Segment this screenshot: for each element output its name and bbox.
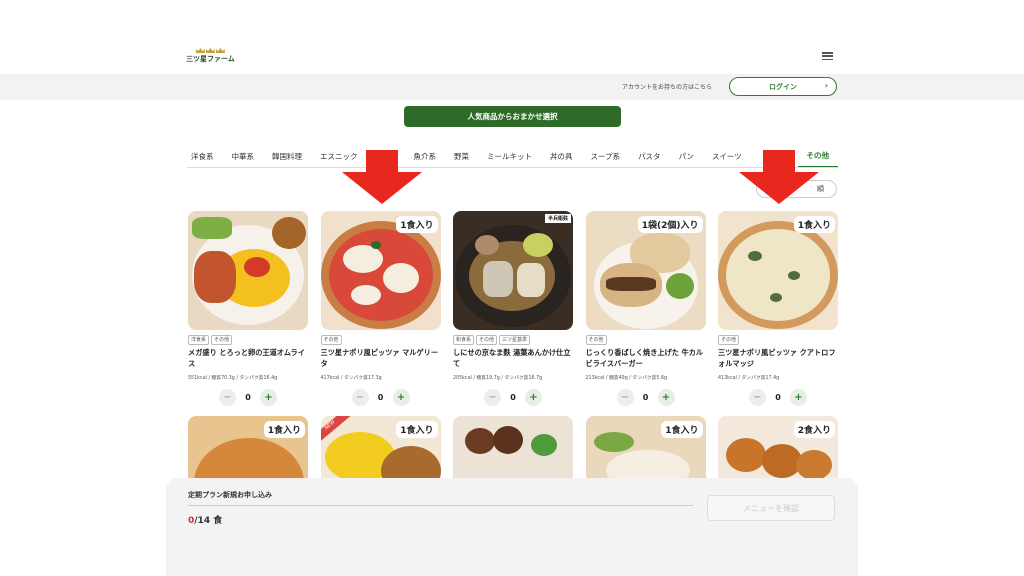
decrease-button[interactable]: − (749, 389, 766, 406)
tag: 洋食系 (188, 335, 210, 345)
decrease-button[interactable]: − (219, 389, 236, 406)
portion-badge: 1食入り (396, 421, 438, 438)
quantity-stepper: − 0 + (188, 389, 308, 406)
increase-button[interactable]: + (260, 389, 277, 406)
selected-count-total: /14 食 (194, 516, 223, 526)
product-title[interactable]: 三ツ星ナポリ風ピッツァ クアトロフォルマッジ (718, 348, 838, 369)
product-card[interactable]: 洋食系 その他 メガ盛り とろっと卵の王道オムライス 551kcal / 糖質7… (188, 211, 308, 406)
portion-badge: 1袋(2個)入り (637, 216, 703, 233)
product-card[interactable]: 半兵衛麸 和食系 その他 三ツ星基準 しにせの京なま麩 湯葉あんかけ仕立て 20… (453, 211, 573, 406)
plan-footer-bar: 定期プラン新規お申し込み 0/14 食 メニューを確認 (166, 478, 858, 576)
product-photo[interactable]: 1食入り (320, 211, 441, 330)
product-photo[interactable]: 1袋(2個)入り (585, 211, 706, 330)
tab-chuka[interactable]: 中華系 (223, 146, 264, 167)
portion-badge: 1食入り (661, 421, 703, 438)
tag: その他 (718, 335, 740, 345)
quantity-value: 0 (245, 393, 251, 402)
red-arrow-down-icon (737, 150, 821, 204)
product-nutrition: 413kcal / タンパク質17.4g (718, 376, 780, 381)
product-tags: 洋食系 その他 (188, 335, 308, 345)
portion-badge: 1食入り (396, 216, 438, 233)
tag: その他 (211, 335, 233, 345)
product-title[interactable]: しにせの京なま麩 湯葉あんかけ仕立て (453, 348, 573, 369)
product-photo[interactable]: 1食入り (718, 211, 838, 330)
login-button[interactable]: ログイン › (729, 77, 837, 96)
logo-text: 三ツ星ファーム (186, 55, 235, 63)
auto-select-button[interactable]: 人気商品からおまかせ選択 (404, 106, 621, 127)
quantity-value: 0 (642, 393, 649, 402)
product-nutrition: 205kcal / 糖質19.7g / タンパク質16.7g (453, 376, 543, 381)
tag: その他 (476, 335, 498, 345)
portion-badge: 2食入り (793, 421, 835, 438)
logo-stars-icon (195, 48, 225, 53)
product-tags: 和食系 その他 三ツ星基準 (453, 335, 573, 345)
red-arrow-down-icon (340, 150, 424, 204)
portion-badge: 1食入り (793, 216, 835, 233)
tab-bread[interactable]: パン (670, 146, 703, 167)
tab-korean[interactable]: 韓国料理 (263, 146, 311, 167)
quantity-stepper: − 0 + (718, 389, 838, 406)
quantity-value: 0 (377, 393, 384, 402)
quantity-value: 0 (775, 393, 781, 402)
plan-title: 定期プラン新規お申し込み (188, 491, 272, 499)
logo[interactable]: 三ツ星ファーム (186, 48, 235, 64)
decrease-button[interactable]: − (616, 389, 634, 406)
confirm-menu-button[interactable]: メニューを確認 (707, 495, 835, 521)
decrease-button[interactable]: − (484, 389, 501, 406)
product-photo[interactable]: 半兵衛麸 (453, 211, 573, 330)
chevron-right-icon: › (824, 81, 828, 90)
product-tags: その他 (718, 335, 838, 345)
portion-badge: 1食入り (263, 421, 305, 438)
increase-button[interactable]: + (790, 389, 807, 406)
login-label: ログイン (769, 82, 797, 91)
tag: 和食系 (453, 335, 475, 345)
product-card[interactable]: 1袋(2個)入り その他 じっくり香ばしく焼き上げた 牛カルビライスバーガー 2… (585, 211, 706, 406)
product-title[interactable]: メガ盛り とろっと卵の王道オムライス (188, 348, 308, 369)
product-photo[interactable] (188, 211, 308, 330)
hamburger-menu-icon[interactable] (822, 52, 833, 60)
tab-vegetables[interactable]: 野菜 (445, 146, 478, 167)
product-nutrition: 551kcal / 糖質70.3g / タンパク質16.4g (188, 376, 278, 381)
tab-meal-kit[interactable]: ミールキット (478, 146, 541, 167)
product-tags: その他 (320, 335, 441, 345)
quantity-stepper: − 0 + (321, 389, 441, 406)
product-card[interactable]: 1食入り その他 三ツ星ナポリ風ピッツァ クアトロフォルマッジ 413kcal … (718, 211, 838, 406)
tab-pasta[interactable]: パスタ (629, 146, 670, 167)
tag: 三ツ星基準 (499, 335, 531, 345)
page: 三ツ星ファーム アカウントをお持ちの方はこちら ログイン › 人気商品からおまか… (0, 0, 1024, 576)
tab-donburi[interactable]: 丼の具 (541, 146, 582, 167)
tag: その他 (320, 335, 342, 345)
quantity-value: 0 (510, 393, 516, 402)
product-tags: その他 (585, 335, 706, 345)
product-card[interactable]: 1食入り その他 三ツ星ナポリ風ピッツァ マルゲリータ 417kcal / タン… (320, 211, 441, 406)
account-bar: アカウントをお持ちの方はこちら ログイン › (0, 74, 1024, 100)
increase-button[interactable]: + (525, 389, 542, 406)
product-nutrition: 417kcal / タンパク質17.3g (320, 376, 382, 381)
increase-button[interactable]: + (392, 389, 410, 406)
selected-count: 0/14 食 (188, 513, 222, 526)
product-title[interactable]: 三ツ星ナポリ風ピッツァ マルゲリータ (321, 348, 441, 369)
tab-soup[interactable]: スープ系 (582, 146, 630, 167)
decrease-button[interactable]: − (351, 389, 369, 406)
brand-mark: 半兵衛麸 (544, 214, 571, 223)
account-prompt: アカウントをお持ちの方はこちら (622, 84, 713, 91)
tag: その他 (585, 335, 607, 345)
quantity-stepper: − 0 + (586, 389, 706, 406)
product-title[interactable]: じっくり香ばしく焼き上げた 牛カルビライスバーガー (586, 348, 706, 369)
quantity-stepper: − 0 + (453, 389, 573, 406)
increase-button[interactable]: + (657, 389, 675, 406)
header: 三ツ星ファーム (0, 38, 1024, 74)
product-nutrition: 213kcal / 糖質49g / タンパク質5.6g (585, 376, 668, 381)
divider (188, 505, 693, 506)
tab-yoshoku[interactable]: 洋食系 (187, 146, 223, 167)
